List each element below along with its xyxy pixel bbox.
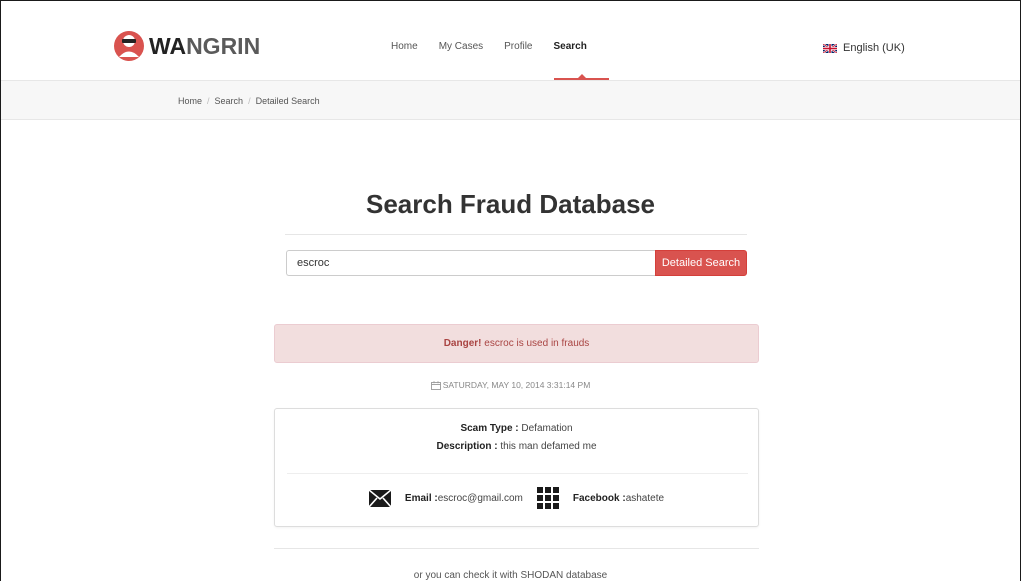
card-divider <box>287 473 748 474</box>
breadcrumb-separator: / <box>248 96 251 106</box>
breadcrumb-bar: Home / Search / Detailed Search <box>1 80 1020 120</box>
nav-item-profile[interactable]: Profile <box>504 41 532 52</box>
page-title: Search Fraud Database <box>365 189 655 219</box>
email-value[interactable]: escroc@gmail.com <box>438 493 523 504</box>
description-value: this man defamed me <box>497 441 597 452</box>
main-nav: Home My Cases Profile Search <box>391 41 608 52</box>
description-row: Description : this man defamed me <box>275 441 758 452</box>
shodan-link-text[interactable]: or you can check it with SHODAN database <box>0 570 1021 581</box>
contact-row: Email : escroc@gmail.com Facebook : asha… <box>275 487 758 509</box>
alert-strong: Danger! <box>443 338 482 349</box>
breadcrumb-detailed-search: Detailed Search <box>255 96 320 106</box>
scam-type-label: Scam Type : <box>460 423 519 434</box>
scam-type-value: Defamation <box>518 423 573 434</box>
scam-type-row: Scam Type : Defamation <box>275 423 758 434</box>
alert-text: escroc is used in frauds <box>481 338 590 349</box>
brand-name-dark: WA <box>149 32 187 59</box>
envelope-icon <box>368 489 391 507</box>
language-selector[interactable]: English (UK) <box>823 42 905 54</box>
top-header: WANGRIN Home My Cases Profile Search Eng… <box>1 1 1020 80</box>
grid-icon <box>536 487 559 509</box>
breadcrumb-separator: / <box>207 96 210 106</box>
description-label: Description : <box>436 441 498 452</box>
bottom-divider <box>274 548 759 549</box>
facebook-label: Facebook : <box>572 492 626 504</box>
masked-person-icon <box>114 31 144 61</box>
breadcrumb: Home / Search / Detailed Search <box>178 96 320 106</box>
date-text: SATURDAY, MAY 10, 2014 3:31:14 PM <box>442 380 591 390</box>
uk-flag-icon <box>823 43 837 53</box>
brand-name-light: NGRIN <box>186 32 261 59</box>
case-detail-card: Scam Type : Defamation Description : thi… <box>274 408 759 527</box>
report-date: SATURDAY, MAY 10, 2014 3:31:14 PM <box>0 380 1021 390</box>
nav-item-my-cases[interactable]: My Cases <box>439 41 483 52</box>
breadcrumb-home[interactable]: Home <box>178 96 202 106</box>
email-label: Email : <box>404 492 438 504</box>
language-label: English (UK) <box>843 42 905 54</box>
breadcrumb-search[interactable]: Search <box>215 96 244 106</box>
nav-item-home[interactable]: Home <box>391 41 418 52</box>
brand-logo[interactable]: WANGRIN <box>113 31 260 61</box>
danger-alert: Danger! escroc is used in frauds <box>274 324 759 363</box>
facebook-value[interactable]: ashatete <box>626 493 664 504</box>
title-divider <box>285 234 747 235</box>
search-input[interactable] <box>286 250 656 276</box>
calendar-icon <box>430 380 441 390</box>
detailed-search-button[interactable]: Detailed Search <box>655 250 747 276</box>
nav-item-search[interactable]: Search <box>554 41 587 52</box>
